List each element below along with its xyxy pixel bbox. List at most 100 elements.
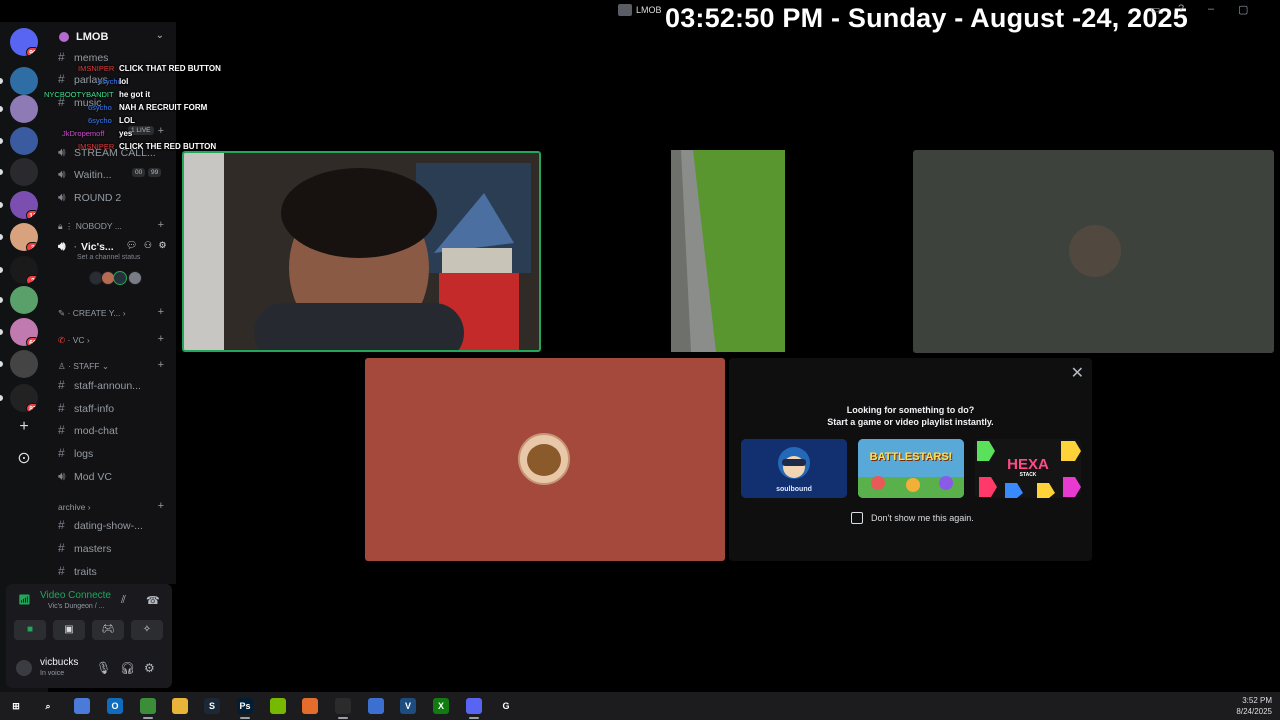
video-tile-webcam[interactable] [182,151,541,352]
server-icon[interactable] [10,67,38,95]
unread-pill [0,395,3,401]
chrome-icon[interactable] [140,698,156,714]
firefox-icon[interactable] [302,698,318,714]
server-icon[interactable]: 87 [10,384,38,412]
channel-vics-dungeon[interactable]: 🔊︎ · Vic's... [58,239,114,254]
channel-logs[interactable]: # logs [58,446,93,460]
close-icon[interactable]: ✕ [1071,363,1084,383]
server-icon[interactable] [10,127,38,155]
steam-icon[interactable]: S [204,698,220,714]
category-nobody[interactable]: 🔒︎ ⋮ NOBODY ... [58,221,122,232]
channel-masters[interactable]: # masters [58,541,111,555]
add-channel-icon[interactable]: + [158,125,164,137]
game-battlestars[interactable]: BATTLESTARS! [858,439,964,498]
category-create[interactable]: ✎ · CREATE Y... › [58,308,126,319]
notification-badge: 87 [26,403,38,412]
channel-memes[interactable]: # memes [58,50,108,64]
taskbar-time[interactable]: 3:52 PM [1242,696,1272,705]
signal-icon[interactable]: 📶︎ [18,595,31,606]
user-name[interactable]: vicbucks [40,657,78,668]
screen-share-button[interactable]: ▣ [53,620,85,640]
chat-message: CLICK THAT RED BUTTON [119,64,221,73]
game-hexa[interactable]: HEXA STACK [975,439,1081,498]
channel-staff-announcements[interactable]: # staff-announ... [58,378,141,392]
add-channel-icon[interactable]: + [158,306,164,318]
video-tile-outdoor[interactable] [671,150,785,352]
category-archive[interactable]: archive › [58,502,91,512]
add-channel-icon[interactable]: + [158,500,164,512]
game-soulbound[interactable]: soulbound [741,439,847,498]
photoshop-icon[interactable]: Ps [237,698,253,714]
guild-header[interactable]: LMOB ⌄ [48,22,176,52]
camera-button[interactable]: ■ [14,620,46,640]
vegas-icon[interactable]: V [400,698,416,714]
help-icon[interactable]: ? [1178,3,1184,15]
discover-icon[interactable]: ⊙ [14,449,34,469]
category-staff[interactable]: ♙ · STAFF ⌄ [58,361,109,372]
notification-badge: 69 [26,337,38,346]
nvidia-icon[interactable] [270,698,286,714]
server-icon[interactable] [10,286,38,314]
inbox-icon[interactable]: ▭ [1150,3,1160,16]
server-icon[interactable] [10,350,38,378]
server-icon[interactable]: 3 [10,223,38,251]
channel-status-input[interactable]: Set a channel status [77,254,140,261]
microphone-icon[interactable]: 🎙︎ [96,661,111,675]
voice-user-avatar[interactable] [128,271,142,285]
server-icon[interactable]: 2 [10,256,38,284]
add-server-icon[interactable]: + [14,417,34,437]
headphones-icon[interactable]: 🎧︎ [120,661,135,675]
outlook-icon[interactable]: O [107,698,123,714]
server-icon[interactable]: 69 [10,318,38,346]
window-title: LMOB [636,5,662,15]
video-tile-avatar-red[interactable] [365,358,725,561]
server-icon[interactable]: 12 [10,191,38,219]
channel-staff-info[interactable]: # staff-info [58,401,114,415]
chevron-down-icon[interactable]: ⌄ [156,30,164,41]
channel-dating-show[interactable]: # dating-show-... [58,518,143,532]
windows-start-icon[interactable]: ⊞ [8,698,24,714]
logitech-icon[interactable]: G [498,698,514,714]
server-icon[interactable]: 99 [10,28,38,56]
voice-user-avatar[interactable] [113,271,127,285]
noise-suppression-icon[interactable]: ⫽ [121,594,126,607]
unread-pill [0,78,3,84]
dont-show-checkbox[interactable] [851,512,863,524]
search-icon[interactable]: ⌕ [40,698,56,714]
guild-name: LMOB [76,31,109,43]
taskbar-date[interactable]: 8/24/2025 [1236,707,1272,716]
voice-location[interactable]: Vic's Dungeon / ... [48,603,104,610]
copilot-icon[interactable] [74,698,90,714]
obs-icon[interactable] [335,698,351,714]
channel-mod-chat[interactable]: # mod-chat [58,423,118,437]
server-icon[interactable] [10,158,38,186]
channel-round-2[interactable]: 🔊︎ ROUND 2 [58,190,121,205]
disconnect-icon[interactable]: ☎ [146,594,160,607]
avatar[interactable] [14,658,34,678]
add-channel-icon[interactable]: + [158,219,164,231]
minimize-icon[interactable]: – [1208,3,1214,15]
settings-gear-icon[interactable]: ⚙ [144,661,155,675]
video-tile-avatar[interactable] [913,150,1274,353]
soundboard-button[interactable]: ✧ [131,620,163,640]
dont-show-label[interactable]: Don't show me this again. [871,513,974,523]
channel-waiting[interactable]: 🔊︎ Waitin... [58,167,112,182]
channel-label: traits [74,566,97,578]
maximize-icon[interactable]: ▢ [1238,3,1248,16]
category-vc[interactable]: ✆ · VC › [58,335,90,346]
voice-channel-tools[interactable]: 💬︎ ⚇ ⚙ [126,240,169,251]
discord-icon[interactable] [466,698,482,714]
store-icon[interactable] [368,698,384,714]
add-channel-icon[interactable]: + [158,359,164,371]
channel-traits[interactable]: # traits [58,564,97,578]
chat-message: LOL [119,116,135,125]
popup-title: Looking for something to do? [846,405,975,415]
channel-mod-vc[interactable]: 🔊︎ Mod VC [58,469,112,484]
voice-status[interactable]: Video Connecte [40,590,111,601]
add-channel-icon[interactable]: + [158,333,164,345]
xbox-icon[interactable]: X [433,698,449,714]
file-explorer-icon[interactable] [172,698,188,714]
activity-button[interactable]: 🎮︎ [92,620,124,640]
server-icon[interactable] [10,95,38,123]
avatar [1069,225,1121,277]
